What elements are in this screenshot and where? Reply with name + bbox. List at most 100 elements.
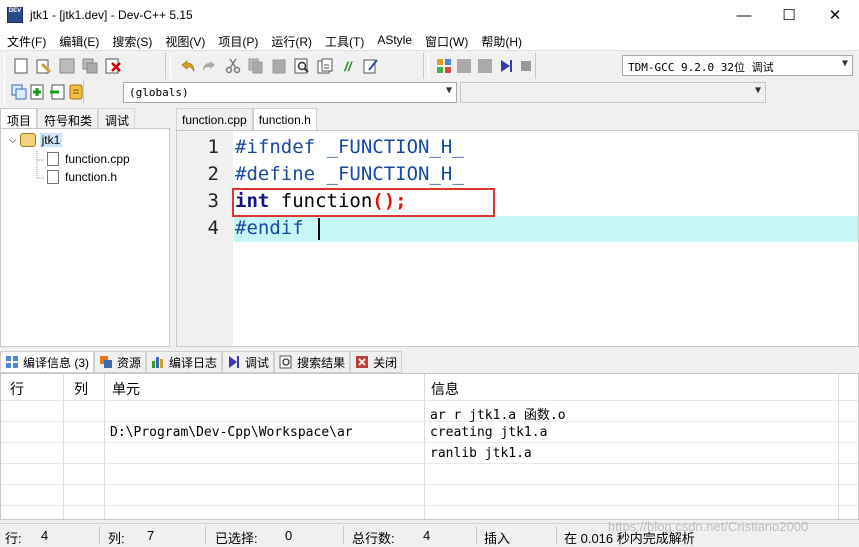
chevron-down-icon: ▼ [754, 85, 761, 96]
compile-run-icon[interactable] [476, 56, 494, 76]
status-total-value: 4 [423, 528, 431, 543]
devcpp-window: DEV jtk1 - [jtk1.dev] - Dev-C++ 5.15 — ☐… [0, 0, 859, 546]
editor-tabs: function.cpp function.h [176, 108, 317, 130]
menu-project[interactable]: 项目(P) [211, 30, 264, 50]
paste-icon[interactable] [269, 56, 289, 76]
project-options-icon[interactable] [68, 82, 84, 102]
chevron-down-icon: ▼ [445, 85, 452, 96]
format-code-icon[interactable] [361, 56, 381, 76]
maximize-button[interactable]: ☐ [766, 0, 812, 30]
close-file-icon[interactable] [103, 56, 123, 76]
menu-window[interactable]: 窗口(W) [418, 30, 474, 50]
chevron-down-icon: ▼ [841, 58, 848, 69]
tab-close-panel[interactable]: 关闭 [350, 351, 403, 373]
debug-icon[interactable] [497, 56, 515, 76]
minimize-button[interactable]: — [721, 0, 767, 30]
remove-from-project-icon[interactable] [49, 82, 65, 102]
cut-icon[interactable] [223, 56, 243, 76]
macro-name: _FUNCTION_H_ [315, 163, 464, 185]
resources-icon [99, 355, 113, 369]
status-total-label: 总行数: [352, 531, 395, 546]
line-number: 3 [207, 190, 219, 212]
chevron-down-icon[interactable]: ⌵ [9, 135, 17, 146]
status-selected-value: 0 [285, 528, 293, 543]
new-project-icon[interactable] [11, 82, 27, 102]
new-file-icon[interactable] [11, 56, 31, 76]
copy-icon[interactable] [246, 56, 266, 76]
menu-astyle[interactable]: AStyle [370, 30, 418, 50]
row-divider [1, 484, 858, 485]
code-editor[interactable]: 1 2 3 4 #ifndef _FUNCTION_H_ #define _FU… [176, 130, 859, 347]
compile-toolbar-group [428, 53, 536, 79]
run-icon[interactable] [456, 56, 474, 76]
project-toolbar-group [4, 80, 84, 104]
tree-file-cpp[interactable]: function.cpp [47, 152, 130, 166]
tree-project-node[interactable]: ⌵ jtk1 [9, 133, 63, 147]
status-divider [99, 526, 100, 544]
tab-compile-log[interactable]: 编译日志 [146, 351, 223, 373]
tree-file-label: function.cpp [65, 152, 130, 166]
preprocessor-directive: #define [235, 163, 316, 185]
save-icon[interactable] [57, 56, 77, 76]
scope-select[interactable]: (globals) ▼ [123, 82, 457, 103]
status-col-label: 列: [108, 531, 125, 546]
member-select[interactable]: ▼ [460, 82, 766, 103]
row-divider [1, 505, 858, 506]
tab-project[interactable]: 项目 [0, 108, 38, 128]
column-header-line[interactable]: 行 [1, 374, 24, 400]
code-line-1: #ifndef _FUNCTION_H_ [235, 136, 464, 158]
redo-icon[interactable] [200, 56, 220, 76]
close-button[interactable]: ✕ [812, 0, 858, 30]
menu-edit[interactable]: 编辑(E) [52, 30, 105, 50]
line-number: 2 [207, 163, 219, 185]
code-line-4: #endif [235, 217, 304, 239]
project-icon [19, 133, 36, 147]
status-col-value: 7 [147, 528, 155, 543]
class-toolbar: (globals) ▼ ▼ [0, 80, 859, 106]
menu-search[interactable]: 搜索(S) [105, 30, 158, 50]
column-divider [838, 374, 839, 519]
file-icon [47, 152, 59, 166]
tree-file-h[interactable]: function.h [47, 170, 117, 184]
tab-resources[interactable]: 资源 [94, 351, 147, 373]
search-icon [279, 355, 293, 369]
menu-run[interactable]: 运行(R) [264, 30, 318, 50]
status-selected-label: 已选择: [215, 531, 258, 546]
menu-bar: 文件(F) 编辑(E) 搜索(S) 视图(V) 项目(P) 运行(R) 工具(T… [0, 30, 859, 50]
row-divider [1, 400, 858, 401]
undo-icon[interactable] [177, 56, 197, 76]
preprocessor-directive: #endif [235, 217, 304, 239]
tab-function-cpp[interactable]: function.cpp [176, 108, 253, 130]
tab-classes[interactable]: 符号和类 [37, 108, 99, 128]
save-all-icon[interactable] [80, 56, 100, 76]
open-file-icon[interactable] [34, 56, 54, 76]
column-header-message[interactable]: 信息 [422, 374, 459, 400]
status-insert-mode: 插入 [484, 531, 511, 546]
main-toolbar: // TDM-GCC 9.2.0 32位 调试 ▼ [0, 50, 859, 80]
menu-help[interactable]: 帮助(H) [474, 30, 528, 50]
compile-icon[interactable] [435, 56, 453, 76]
replace-icon[interactable] [315, 56, 335, 76]
bottom-panel-tabs: 编译信息 (3) 资源 编译日志 调试 搜索结果 关闭 [0, 351, 859, 373]
cell-message: creating jtk1.a [430, 425, 548, 440]
menu-view[interactable]: 视图(V) [158, 30, 211, 50]
text-caret [318, 218, 320, 240]
tab-function-h[interactable]: function.h [252, 108, 317, 130]
compiler-select[interactable]: TDM-GCC 9.2.0 32位 调试 ▼ [622, 55, 853, 76]
column-header-unit[interactable]: 单元 [103, 374, 140, 400]
tab-label: 搜索结果 [297, 355, 346, 370]
tab-compiler[interactable]: 编译信息 (3) [0, 351, 95, 373]
add-to-project-icon[interactable] [30, 82, 46, 102]
column-header-col[interactable]: 列 [65, 374, 88, 400]
menu-tools[interactable]: 工具(T) [318, 30, 370, 50]
column-divider [104, 374, 105, 519]
left-panel-tabs: 项目 符号和类 调试 [0, 108, 170, 128]
menu-file[interactable]: 文件(F) [0, 30, 52, 50]
tab-search-results[interactable]: 搜索结果 [274, 351, 351, 373]
tab-debug[interactable]: 调试 [98, 108, 136, 128]
comment-icon[interactable]: // [338, 56, 358, 76]
tab-debug-output[interactable]: 调试 [222, 351, 275, 373]
stop-icon[interactable] [517, 56, 535, 76]
file-toolbar-group [4, 53, 166, 79]
find-icon[interactable] [292, 56, 312, 76]
